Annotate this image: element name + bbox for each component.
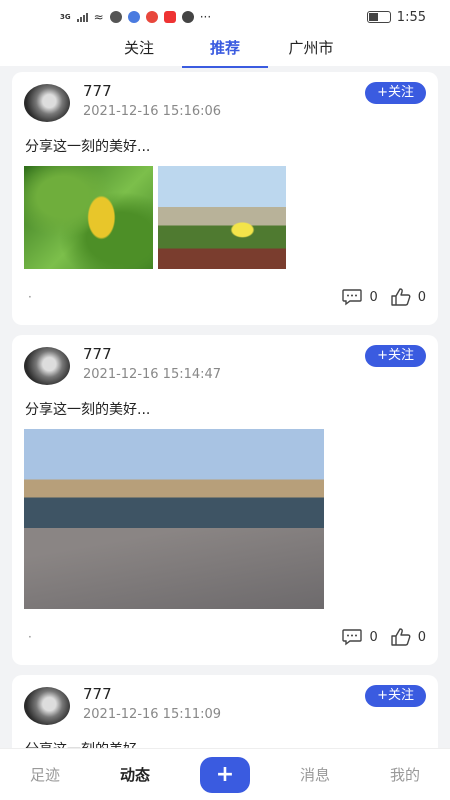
comment-count: 0	[369, 629, 378, 645]
like-button[interactable]: 0	[390, 287, 426, 307]
like-count: 0	[417, 629, 426, 645]
top-tabs: 关注 推荐 广州市	[0, 34, 450, 68]
status-icons: 3G ≈ ···	[60, 10, 211, 24]
like-count: 0	[417, 289, 426, 305]
comment-icon	[342, 289, 363, 306]
comment-button[interactable]: 0	[341, 287, 378, 307]
follow-button[interactable]: +关注	[365, 685, 426, 707]
post-card[interactable]: 777 2021-12-16 15:16:06 +关注 分享这一刻的美好... …	[12, 72, 438, 325]
post-actions: 0 0	[341, 287, 426, 307]
post-text: 分享这一刻的美好...	[25, 402, 151, 418]
post-timestamp: 2021-12-16 15:16:06	[83, 104, 222, 119]
avatar[interactable]	[24, 687, 70, 725]
user-meta: 777 2021-12-16 15:16:06	[83, 82, 221, 122]
news-app-icon	[163, 11, 176, 23]
chat-app-icon	[109, 11, 122, 23]
signal-icon	[76, 12, 88, 22]
comment-icon	[342, 629, 363, 646]
thumbs-up-icon	[391, 288, 411, 306]
post-location-dot: ·	[28, 630, 32, 644]
status-bar: 3G ≈ ··· 1:55	[0, 0, 450, 34]
follow-button[interactable]: +关注	[365, 345, 426, 367]
nav-mine[interactable]: 我的	[360, 764, 450, 785]
username[interactable]: 777	[83, 345, 221, 363]
post-image-leaf[interactable]	[24, 166, 153, 269]
post-image-campus[interactable]	[24, 429, 324, 609]
post-card[interactable]: 777 2021-12-16 15:14:47 +关注 分享这一刻的美好... …	[12, 335, 438, 665]
comment-count: 0	[369, 289, 378, 305]
follow-button[interactable]: +关注	[365, 82, 426, 104]
post-text: 分享这一刻的美好...	[25, 139, 151, 155]
tab-follow[interactable]: 关注	[96, 34, 182, 66]
like-button[interactable]: 0	[390, 627, 426, 647]
post-images	[24, 166, 426, 269]
nav-add[interactable]: +	[180, 756, 270, 793]
post-header: 777 2021-12-16 15:14:47 +关注	[24, 345, 426, 393]
bottom-nav: 足迹 动态 + 消息 我的	[0, 748, 450, 800]
more-notifications: ···	[199, 10, 212, 24]
avatar[interactable]	[24, 347, 70, 385]
post-footer: · 0 0	[24, 277, 426, 317]
tab-guangzhou[interactable]: 广州市	[268, 34, 354, 66]
post-image-flower[interactable]	[158, 166, 286, 269]
comment-button[interactable]: 0	[341, 627, 378, 647]
nav-messages[interactable]: 消息	[270, 764, 360, 785]
nav-feed[interactable]: 动态	[90, 764, 180, 785]
add-post-button[interactable]: +	[200, 756, 250, 793]
post-location-dot: ·	[28, 290, 32, 304]
post-footer: · 0 0	[24, 617, 426, 657]
post-card[interactable]: 777 2021-12-16 15:11:09 +关注 分享这一刻的美好...	[12, 675, 438, 748]
ball-app-icon	[181, 11, 194, 23]
browser-app-icon	[127, 11, 140, 23]
battery-icon	[366, 11, 391, 23]
user-meta: 777 2021-12-16 15:14:47	[83, 345, 221, 385]
post-header: 777 2021-12-16 15:11:09 +关注	[24, 685, 426, 733]
thumbs-up-icon	[391, 628, 411, 646]
feed[interactable]: 777 2021-12-16 15:16:06 +关注 分享这一刻的美好... …	[0, 66, 450, 748]
user-meta: 777 2021-12-16 15:11:09	[83, 685, 221, 725]
post-timestamp: 2021-12-16 15:14:47	[83, 367, 222, 382]
post-actions: 0 0	[341, 627, 426, 647]
post-header: 777 2021-12-16 15:16:06 +关注	[24, 82, 426, 130]
network-type: 3G	[60, 12, 71, 21]
clock: 1:55	[396, 9, 426, 25]
username[interactable]: 777	[83, 685, 221, 703]
post-timestamp: 2021-12-16 15:11:09	[83, 707, 222, 722]
nav-footprint[interactable]: 足迹	[0, 764, 90, 785]
tab-recommend[interactable]: 推荐	[182, 34, 268, 68]
post-text: 分享这一刻的美好...	[25, 739, 426, 748]
weibo-app-icon	[145, 11, 158, 23]
post-images	[24, 429, 426, 609]
wifi-icon: ≈	[93, 10, 104, 24]
status-right: 1:55	[366, 9, 426, 25]
username[interactable]: 777	[83, 82, 221, 100]
avatar[interactable]	[24, 84, 70, 122]
